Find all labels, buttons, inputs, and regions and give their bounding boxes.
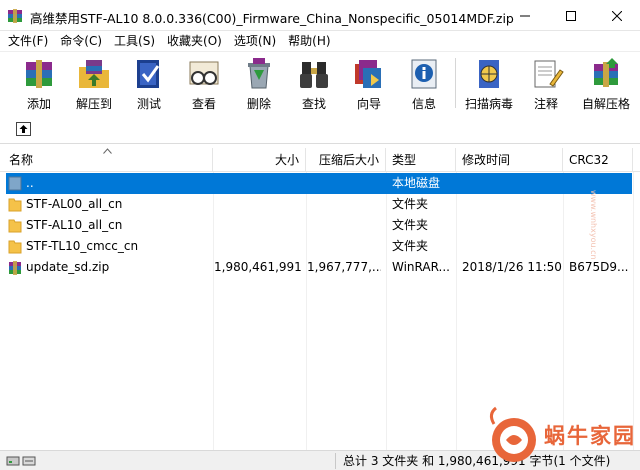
row-packed (307, 173, 381, 194)
row-type: 文件夹 (392, 197, 429, 211)
column-header: 名称 大小 压缩后大小 类型 修改时间 CRC32 (0, 148, 640, 172)
row-type: 文件夹 (392, 218, 429, 232)
column-name[interactable]: 名称 (0, 148, 213, 172)
row-modified: 2018/1/26 11:50 (462, 260, 562, 274)
row-name: STF-TL10_cmcc_cn (26, 239, 139, 253)
row-packed (307, 236, 381, 257)
test-button[interactable]: 测试 (121, 54, 177, 114)
menu-favorites[interactable]: 收藏夹(O) (161, 31, 228, 51)
row-name: STF-AL10_all_cn (26, 218, 123, 232)
wizard-icon (355, 60, 381, 88)
close-button[interactable] (594, 0, 640, 31)
info-button[interactable]: 信息 (396, 54, 452, 114)
key-icon[interactable] (22, 454, 36, 468)
parent-folder-icon (8, 176, 22, 191)
row-crc (569, 194, 632, 215)
row-size (214, 215, 301, 236)
row-size (214, 236, 301, 257)
maximize-button[interactable] (548, 0, 594, 31)
column-size[interactable]: 大小 (213, 148, 306, 172)
row-crc (569, 215, 632, 236)
table-row[interactable]: STF-AL00_all_cn 文件夹 (0, 194, 640, 215)
minimize-button[interactable] (502, 0, 548, 31)
watermark-text: 蜗牛家园 (544, 424, 636, 448)
view-glasses-icon (189, 61, 219, 85)
drive-icon[interactable] (6, 454, 20, 468)
row-name: update_sd.zip (26, 260, 110, 274)
row-type: WinRAR... (392, 260, 450, 274)
delete-button[interactable]: 删除 (231, 54, 287, 114)
row-packed (307, 194, 381, 215)
row-size: 1,980,461,991 (214, 260, 301, 274)
menu-options[interactable]: 选项(N) (228, 31, 282, 51)
row-modified (462, 215, 562, 236)
add-books-icon (26, 60, 52, 88)
column-modified[interactable]: 修改时间 (456, 148, 563, 172)
find-button[interactable]: 查找 (286, 54, 342, 114)
winrar-app-icon[interactable] (7, 8, 23, 24)
address-bar (0, 115, 640, 144)
folder-icon (8, 240, 22, 254)
column-crc32[interactable]: CRC32 (563, 148, 633, 172)
comment-label: 注释 (533, 97, 558, 111)
menu-file[interactable]: 文件(F) (2, 31, 54, 51)
maximize-icon (566, 10, 576, 21)
scan-virus-label: 扫描病毒 (464, 97, 513, 111)
row-crc (569, 173, 632, 194)
toolbar-separator (455, 58, 456, 108)
table-row[interactable]: update_sd.zip 1,980,461,991 1,967,777,..… (0, 257, 640, 278)
table-row[interactable]: STF-TL10_cmcc_cn 文件夹 (0, 236, 640, 257)
toolbar: 添加 解压到 测试 查看 删除 查找 向导 信息 扫描病毒 注释 自解压格 (0, 51, 640, 115)
row-name: STF-AL00_all_cn (26, 197, 123, 211)
folder-icon (8, 198, 22, 212)
row-type: 文件夹 (392, 239, 429, 253)
menu-bar: 文件(F) 命令(C) 工具(S) 收藏夹(O) 选项(N) 帮助(H) (0, 31, 640, 51)
minimize-icon (520, 15, 530, 16)
sfx-label: 自解压格 (581, 97, 630, 111)
row-modified (462, 236, 562, 257)
menu-help[interactable]: 帮助(H) (282, 31, 336, 51)
row-crc: B675D9... (569, 260, 629, 274)
find-binoculars-icon (300, 62, 328, 88)
row-size (214, 194, 301, 215)
table-row[interactable]: STF-AL10_all_cn 文件夹 (0, 215, 640, 236)
row-size (214, 173, 301, 194)
menu-commands[interactable]: 命令(C) (54, 31, 108, 51)
extract-folder-icon (79, 60, 109, 88)
column-type[interactable]: 类型 (386, 148, 456, 172)
info-label: 信息 (411, 97, 436, 111)
watermark-url: www.wnhxyou.cn (589, 190, 598, 260)
close-icon (612, 10, 622, 21)
sfx-icon (594, 58, 618, 87)
row-name: .. (26, 176, 34, 190)
row-packed: 1,967,777,... (307, 260, 381, 274)
up-folder-button[interactable] (16, 122, 31, 136)
folder-icon (8, 219, 22, 233)
row-type: 本地磁盘 (392, 176, 441, 190)
comment-icon (534, 60, 564, 88)
extract-to-button[interactable]: 解压到 (66, 54, 122, 114)
winrar-archive-icon (9, 261, 21, 275)
comment-button[interactable]: 注释 (518, 54, 574, 114)
wizard-button[interactable]: 向导 (341, 54, 397, 114)
row-packed (307, 215, 381, 236)
add-button[interactable]: 添加 (11, 54, 67, 114)
column-packed[interactable]: 压缩后大小 (306, 148, 386, 172)
title-bar: 高维禁用STF-AL10 8.0.0.336(C00)_Firmware_Chi… (0, 0, 640, 31)
info-icon (411, 59, 437, 89)
delete-recycle-icon (248, 58, 270, 89)
view-button[interactable]: 查看 (176, 54, 232, 114)
table-row[interactable]: .. 本地磁盘 (0, 173, 640, 194)
row-modified (462, 194, 562, 215)
scan-virus-button[interactable]: 扫描病毒 (461, 54, 517, 114)
up-arrow-icon (19, 125, 28, 133)
scan-virus-icon (479, 60, 499, 88)
row-modified (462, 173, 562, 194)
row-crc (569, 236, 632, 257)
menu-tools[interactable]: 工具(S) (108, 31, 161, 51)
sfx-button[interactable]: 自解压格 (578, 54, 634, 114)
test-book-icon (137, 60, 160, 88)
window-title: 高维禁用STF-AL10 8.0.0.336(C00)_Firmware_Chi… (30, 11, 514, 26)
status-divider (335, 453, 336, 469)
